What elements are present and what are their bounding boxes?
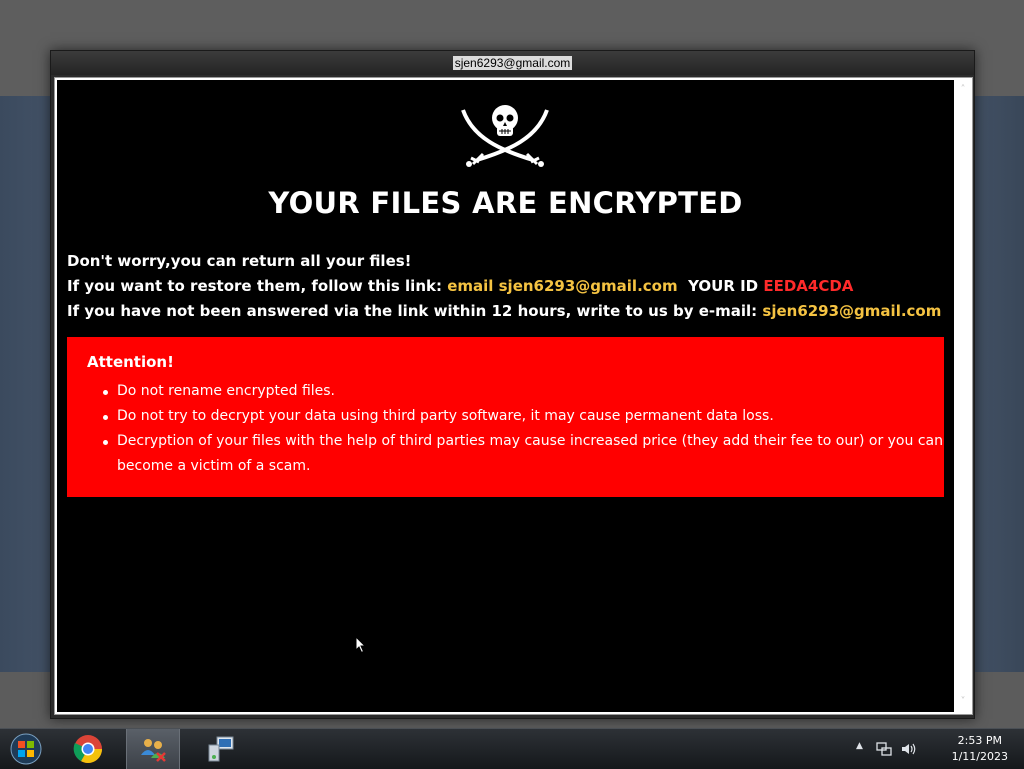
message-line-1-text: Don't worry,you can return all your file… [67,252,412,270]
network-setup-icon [208,736,234,762]
attention-list: Do not rename encrypted files. Do not tr… [67,379,944,479]
headline: YOUR FILES ARE ENCRYPTED [268,186,743,220]
volume-icon[interactable] [900,741,916,757]
message-line-2-prefix: If you want to restore them, follow this… [67,277,448,295]
system-tray: ▲ 2:53 PM 1/11/2023 [854,729,1024,769]
clock-time: 2:53 PM [957,734,1002,747]
scroll-down-arrow-icon[interactable]: ˅ [955,694,971,710]
taskbar: ▲ 2:53 PM 1/11/2023 [0,728,1024,769]
network-setup-taskbar-button[interactable] [195,729,247,769]
attention-title: Attention! [87,353,174,371]
message-line-2: If you want to restore them, follow this… [67,277,853,295]
attention-box: Attention! Do not rename encrypted files… [67,337,944,497]
start-orb-icon [10,733,42,765]
message-line-1: Don't worry,you can return all your file… [67,252,412,270]
attention-item: Decryption of your files with the help o… [103,429,944,479]
your-id-value: EEDA4CDA [763,277,854,295]
ransom-note-content: YOUR FILES ARE ENCRYPTED Don't worry,you… [57,80,954,712]
show-hidden-icons-icon[interactable]: ▲ [856,741,863,751]
chrome-icon [73,735,102,763]
skull-crossed-swords-icon [461,105,549,167]
window-title: sjen6293@gmail.com [452,56,573,70]
chrome-taskbar-button[interactable] [62,729,114,769]
message-line-3-prefix: If you have not been answered via the li… [67,302,763,320]
restore-email-link[interactable]: email sjen6293@gmail.com [447,277,677,295]
start-button[interactable] [0,729,52,769]
contact-email[interactable]: sjen6293@gmail.com [762,302,941,320]
mouse-cursor-icon [355,636,367,654]
scroll-up-arrow-icon[interactable]: ˄ [955,82,971,98]
network-icon[interactable] [876,741,892,757]
users-taskbar-button[interactable] [126,729,180,769]
message-line-3: If you have not been answered via the li… [67,302,941,320]
attention-item: Do not rename encrypted files. [103,379,944,404]
ransom-note-window[interactable]: sjen6293@gmail.com YOUR FILES ARE ENCRYP… [50,50,975,719]
vertical-scrollbar[interactable]: ˄ ˅ [955,80,971,712]
clock-date: 1/11/2023 [951,750,1008,763]
your-id-label: YOUR ID [688,277,764,295]
users-icon [141,739,166,762]
taskbar-clock[interactable]: 2:53 PM 1/11/2023 [952,733,1008,765]
content-frame: YOUR FILES ARE ENCRYPTED Don't worry,you… [54,77,973,715]
attention-item: Do not try to decrypt your data using th… [103,404,944,429]
window-titlebar[interactable]: sjen6293@gmail.com [51,51,974,75]
